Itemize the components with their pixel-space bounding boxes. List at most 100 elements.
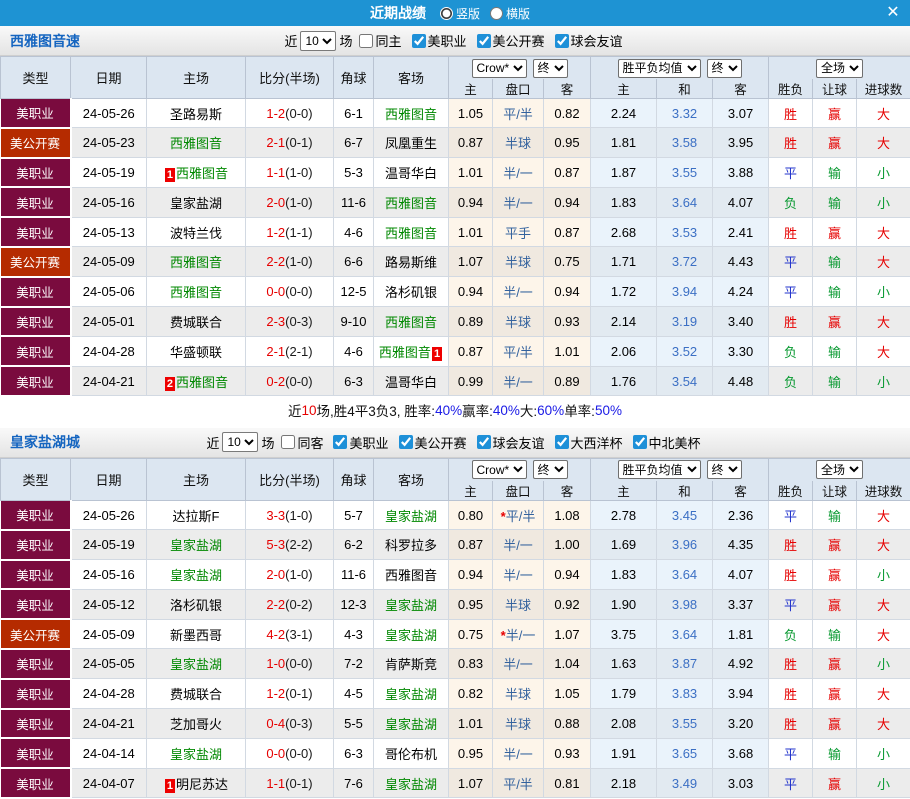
- bookmaker-select[interactable]: Crow*: [471, 460, 527, 480]
- bookmaker-header: Crow* 终: [447, 56, 592, 79]
- away-team-cell: 哥伦布机: [373, 737, 449, 769]
- team-name: 温哥华白: [384, 374, 437, 390]
- league-checkbox-0[interactable]: [411, 33, 426, 48]
- avg-header: 胜平负均值终: [590, 457, 770, 481]
- avg-draw-cell: 3.32: [656, 97, 714, 129]
- sub-header-1: 盘口: [492, 79, 544, 99]
- home-team-cell: 皇家盐湖: [146, 559, 246, 590]
- avg-select[interactable]: 胜平负均值: [617, 460, 701, 480]
- handicap-cell: 半/一: [492, 648, 544, 680]
- scope-select[interactable]: 全场: [816, 460, 864, 480]
- away-team-cell: 西雅图音 1: [373, 335, 449, 367]
- odds-stage-select[interactable]: 终: [532, 460, 568, 480]
- bookmaker-select[interactable]: Crow*: [471, 58, 527, 78]
- outcome-cell: 胜: [768, 559, 814, 590]
- table-row: 美职业 24-05-16 皇家盐湖 2-0(1-0) 11-6 西雅图音 0.94 半/一 0.…: [0, 559, 910, 591]
- sub-header-0: 主: [448, 79, 493, 99]
- same-venue-checkbox[interactable]: [359, 33, 374, 48]
- corners-cell: 12-3: [333, 588, 374, 620]
- outcome-cell: 平: [768, 499, 814, 531]
- away-team-cell: 皇家盐湖: [373, 588, 449, 620]
- avg-stage-select[interactable]: 终: [706, 58, 742, 78]
- avg-select[interactable]: 胜平负均值: [617, 58, 701, 78]
- away-team-cell: 皇家盐湖: [373, 708, 449, 739]
- date-cell: 24-04-28: [70, 335, 147, 367]
- league-checkbox-label-1[interactable]: 美公开赛: [473, 31, 545, 50]
- handicap-cell: 半/一: [492, 559, 544, 590]
- team-name: 达拉斯F: [172, 508, 220, 524]
- table-row: 美职业 24-04-28 华盛顿联 2-1(2-1) 4-6 西雅图音 1 0.87 平/半 1.…: [0, 335, 910, 368]
- league-checkbox-0[interactable]: [333, 435, 348, 450]
- odds-stage-select[interactable]: 终: [532, 58, 568, 78]
- home-team-cell: 洛杉矶银: [146, 588, 246, 620]
- avg-draw-cell: 3.64: [656, 618, 714, 650]
- league-checkbox-2[interactable]: [476, 435, 491, 450]
- avg-home-cell: 2.18: [590, 767, 658, 799]
- outcome-cell: 胜: [768, 648, 814, 680]
- avg-draw-cell: 3.55: [656, 708, 714, 739]
- avg-stage-select[interactable]: 终: [706, 460, 742, 480]
- table-row: 美职业 24-04-21 芝加哥火 0-4(0-3) 5-5 皇家盐湖 1.01 半球 0.88…: [0, 708, 910, 740]
- games-count-select[interactable]: 10: [222, 432, 259, 453]
- same-venue-checkbox[interactable]: [281, 435, 296, 450]
- league-checkbox-label-0[interactable]: 美职业: [408, 31, 467, 50]
- league-checkbox-3[interactable]: [554, 435, 569, 450]
- layout-radio-horizontal[interactable]: [490, 6, 503, 20]
- avg-draw-cell: 3.19: [656, 306, 714, 337]
- away-odds-cell: 0.92: [542, 588, 592, 620]
- league-checkbox-label-4[interactable]: 中北美杯: [629, 433, 701, 452]
- goals-result-cell: 小: [856, 186, 910, 218]
- outcome-cell: 胜: [768, 678, 814, 710]
- same-venue-checkbox-label[interactable]: 同主: [355, 31, 402, 50]
- score-cell: 0-2(0-0): [245, 365, 334, 397]
- rank-badge: 1: [164, 167, 176, 182]
- goals-result-cell: 大: [856, 529, 910, 561]
- league-checkbox-label-0[interactable]: 美职业: [329, 433, 389, 452]
- avg-home-cell: 1.76: [590, 365, 658, 397]
- avg-draw-cell: 3.65: [656, 737, 714, 769]
- league-checkbox-4[interactable]: [632, 435, 647, 450]
- table-row: 美职业 24-05-26 圣路易斯 1-2(0-0) 6-1 西雅图音 1.05 平/半 0.8…: [0, 97, 910, 129]
- corners-cell: 4-6: [333, 216, 374, 248]
- layout-radio-horizontal-label[interactable]: 横版: [490, 5, 530, 22]
- table-row: 美职业 24-05-19 1 西雅图音 1-1(1-0) 5-3 温哥华白 1.01 半/一 0.…: [0, 157, 910, 189]
- home-team-cell: 西雅图音: [146, 276, 246, 308]
- table-row: 美职业 24-04-07 1 明尼苏达 1-1(0-1) 7-6 皇家盐湖 1.07 平/半 0.…: [0, 767, 910, 799]
- home-odds-cell: 0.99: [448, 365, 493, 397]
- sub-header-8: 进球数: [856, 480, 910, 501]
- league-checkbox-label-3[interactable]: 大西洋杯: [551, 433, 623, 452]
- corners-cell: 7-6: [333, 767, 374, 799]
- league-checkbox-2[interactable]: [554, 33, 569, 48]
- home-team-cell: 费城联合: [146, 306, 246, 337]
- corners-cell: 4-5: [333, 678, 374, 710]
- handicap-cell: *半/一: [492, 618, 544, 650]
- layout-radio-vertical-label[interactable]: 竖版: [439, 5, 480, 22]
- handicap-result-cell: 赢: [812, 97, 858, 129]
- layout-radio-vertical[interactable]: [439, 6, 453, 20]
- corners-cell: 4-6: [333, 335, 374, 367]
- goals-result-cell: 大: [856, 588, 910, 620]
- home-odds-cell: 0.87: [448, 127, 493, 159]
- games-count-select[interactable]: 10: [300, 30, 337, 51]
- avg-draw-cell: 3.64: [656, 186, 714, 218]
- league-checkbox-1[interactable]: [398, 435, 413, 450]
- same-venue-checkbox-label[interactable]: 同客: [277, 433, 323, 452]
- league-checkbox-label-2[interactable]: 球会友谊: [473, 433, 545, 452]
- away-team-cell: 温哥华白: [373, 157, 449, 188]
- team-name: 皇家盐湖: [384, 776, 437, 792]
- away-odds-cell: 0.93: [542, 306, 592, 337]
- avg-draw-cell: 3.98: [656, 588, 714, 620]
- avg-home-cell: 3.75: [590, 618, 658, 650]
- home-team-cell: 1 明尼苏达: [146, 767, 246, 799]
- avg-home-cell: 2.24: [590, 97, 658, 129]
- close-icon[interactable]: ✕: [882, 2, 904, 24]
- corners-cell: 5-7: [333, 499, 374, 531]
- score-cell: 1-1(0-1): [245, 767, 334, 799]
- league-checkbox-label-1[interactable]: 美公开赛: [395, 433, 467, 452]
- league-checkbox-label-2[interactable]: 球会友谊: [551, 31, 623, 50]
- scope-select[interactable]: 全场: [816, 58, 864, 78]
- league-checkbox-1[interactable]: [476, 33, 491, 48]
- col-header-1: 日期: [70, 56, 147, 99]
- team-name: 路易斯维: [384, 255, 437, 271]
- goals-result-cell: 小: [856, 365, 910, 397]
